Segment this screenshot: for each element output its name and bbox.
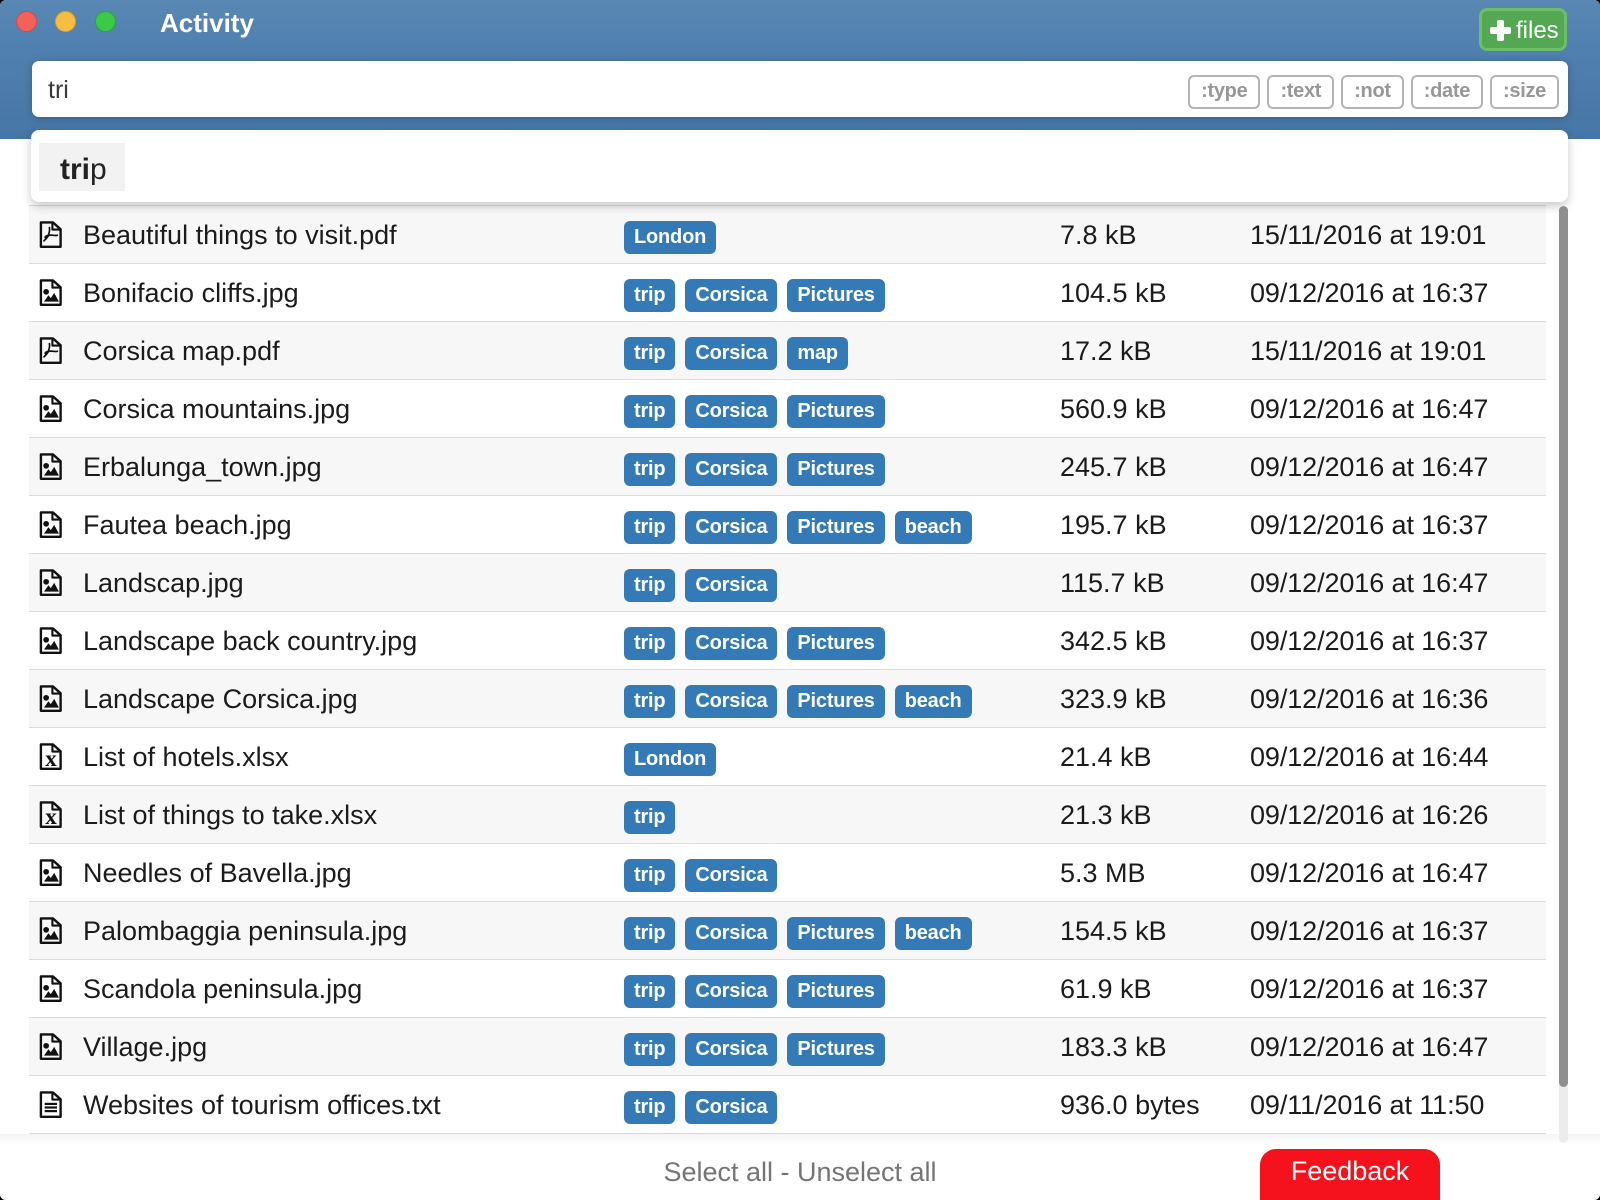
svg-text:x: x bbox=[45, 804, 57, 829]
svg-text:x: x bbox=[45, 746, 57, 771]
